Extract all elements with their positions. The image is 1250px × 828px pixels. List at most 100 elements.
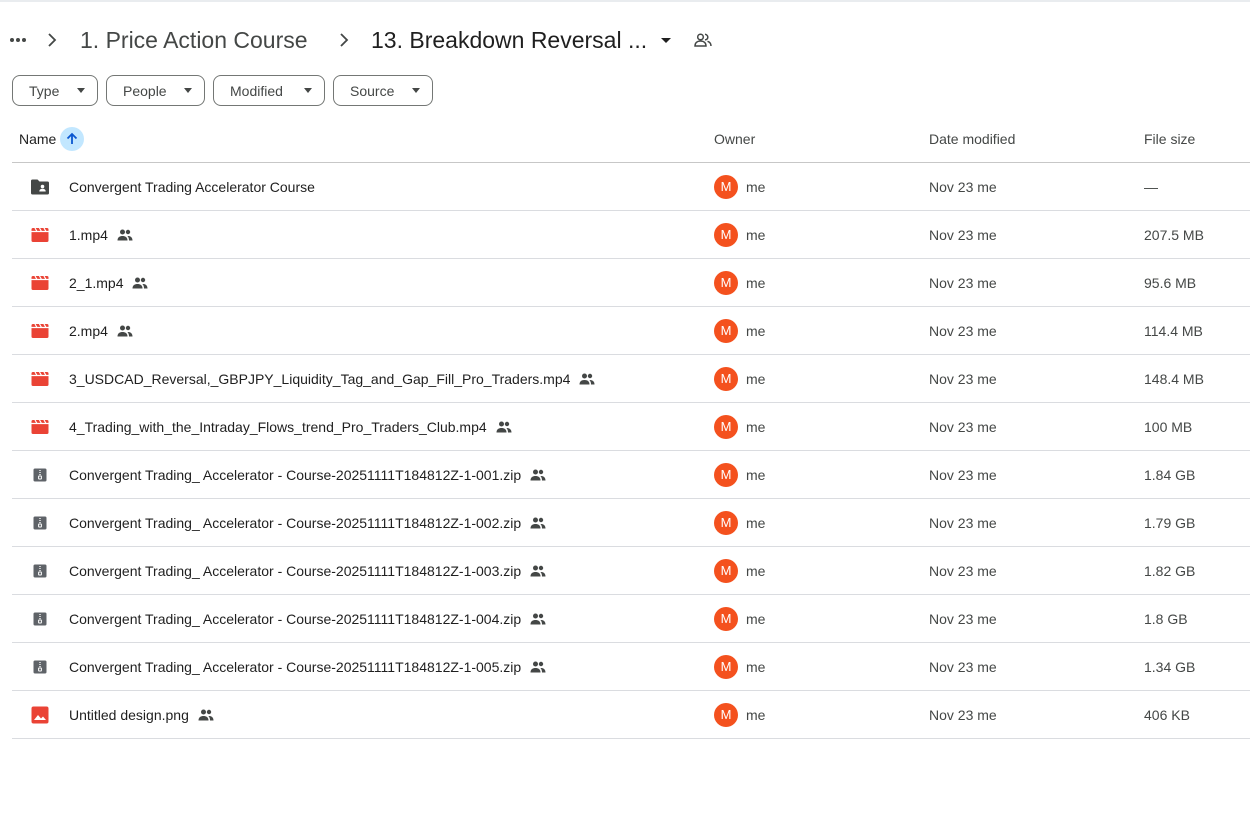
file-name-text: Convergent Trading_ Accelerator - Course…	[69, 515, 522, 531]
owner-text: me	[746, 659, 766, 675]
caret-down-icon	[77, 88, 85, 93]
table-row[interactable]: Convergent Trading_ Accelerator - Course…	[12, 451, 1250, 499]
file-list: Name Owner Date modified File size Conve…	[12, 115, 1250, 739]
shared-icon	[529, 659, 547, 675]
date-modified-text: Nov 23 me	[929, 227, 997, 243]
chevron-right-icon	[333, 29, 355, 51]
file-name: Convergent Trading_ Accelerator - Course…	[69, 563, 547, 579]
zip-icon	[30, 561, 50, 581]
table-row[interactable]: 1.mp4 M me Nov 23 me 207.5 MB	[12, 211, 1250, 259]
table-row[interactable]: Convergent Trading_ Accelerator - Course…	[12, 643, 1250, 691]
more-horiz-icon[interactable]	[6, 28, 30, 52]
file-size-text: 100 MB	[1144, 419, 1193, 435]
file-size-text: 1.82 GB	[1144, 563, 1196, 579]
chip-label: People	[123, 82, 167, 99]
file-size-text: 148.4 MB	[1144, 371, 1204, 387]
video-icon	[30, 321, 50, 341]
breadcrumb-parent[interactable]: 1. Price Action Course	[80, 24, 308, 56]
file-size-text: 114.4 MB	[1144, 323, 1203, 339]
owner-text: me	[746, 227, 766, 243]
table-row[interactable]: 3_USDCAD_Reversal,_GBPJPY_Liquidity_Tag_…	[12, 355, 1250, 403]
table-row[interactable]: Convergent Trading_ Accelerator - Course…	[12, 595, 1250, 643]
file-name-text: Convergent Trading_ Accelerator - Course…	[69, 611, 522, 627]
video-icon	[30, 417, 50, 437]
chip-label: Modified	[230, 82, 283, 99]
table-row[interactable]: 4_Trading_with_the_Intraday_Flows_trend_…	[12, 403, 1250, 451]
date-modified-text: Nov 23 me	[929, 179, 997, 195]
date-modified-text: Nov 23 me	[929, 419, 997, 435]
file-size-text: 406 KB	[1144, 707, 1190, 723]
table-row[interactable]: 2_1.mp4 M me Nov 23 me 95.6 MB	[12, 259, 1250, 307]
zip-icon	[30, 609, 50, 629]
file-size-column-header[interactable]: File size	[1144, 131, 1195, 147]
type-filter-chip[interactable]: Type	[12, 75, 98, 106]
avatar: M	[714, 271, 738, 295]
owner-text: me	[746, 515, 766, 531]
avatar: M	[714, 367, 738, 391]
table-row[interactable]: Convergent Trading Accelerator Course M …	[12, 163, 1250, 211]
owner-text: me	[746, 563, 766, 579]
avatar: M	[714, 463, 738, 487]
chip-label: Type	[29, 82, 60, 99]
caret-down-icon	[304, 88, 312, 93]
owner-text: me	[746, 179, 766, 195]
owner-text: me	[746, 419, 766, 435]
file-name: Convergent Trading_ Accelerator - Course…	[69, 611, 547, 627]
source-filter-chip[interactable]: Source	[333, 75, 433, 106]
date-modified-text: Nov 23 me	[929, 467, 997, 483]
zip-icon	[30, 513, 50, 533]
shared-icon	[529, 467, 547, 483]
file-name-text: 3_USDCAD_Reversal,_GBPJPY_Liquidity_Tag_…	[69, 371, 571, 387]
name-column-header[interactable]: Name	[19, 131, 56, 147]
modified-filter-chip[interactable]: Modified	[213, 75, 325, 106]
file-name: 1.mp4	[69, 227, 134, 243]
top-divider	[0, 0, 1250, 2]
file-name-text: Convergent Trading Accelerator Course	[69, 179, 315, 195]
file-name: Convergent Trading Accelerator Course	[69, 179, 315, 195]
breadcrumb: 1. Price Action Course 13. Breakdown Rev…	[0, 20, 1250, 60]
shared-icon	[116, 323, 134, 339]
dropdown-arrow-icon[interactable]	[656, 30, 676, 50]
date-modified-text: Nov 23 me	[929, 707, 997, 723]
owner-text: me	[746, 323, 766, 339]
chip-label: Source	[350, 82, 395, 99]
breadcrumb-current[interactable]: 13. Breakdown Reversal ...	[371, 24, 647, 56]
owner-text: me	[746, 611, 766, 627]
file-name: Convergent Trading_ Accelerator - Course…	[69, 659, 547, 675]
avatar: M	[714, 175, 738, 199]
shared-icon	[495, 419, 513, 435]
avatar: M	[714, 511, 738, 535]
file-name-text: 4_Trading_with_the_Intraday_Flows_trend_…	[69, 419, 487, 435]
image-icon	[30, 705, 50, 725]
file-size-text: 1.79 GB	[1144, 515, 1196, 531]
owner-text: me	[746, 371, 766, 387]
shared-icon	[131, 275, 149, 291]
sort-ascending-icon[interactable]	[60, 127, 84, 151]
video-icon	[30, 369, 50, 389]
people-filter-chip[interactable]: People	[106, 75, 205, 106]
file-name: Convergent Trading_ Accelerator - Course…	[69, 467, 547, 483]
table-row[interactable]: Convergent Trading_ Accelerator - Course…	[12, 499, 1250, 547]
avatar: M	[714, 703, 738, 727]
table-row[interactable]: Untitled design.png M me Nov 23 me 406 K…	[12, 691, 1250, 739]
owner-column-header[interactable]: Owner	[714, 131, 755, 147]
file-name: Untitled design.png	[69, 707, 215, 723]
avatar: M	[714, 607, 738, 631]
file-size-text: 1.84 GB	[1144, 467, 1196, 483]
avatar: M	[714, 319, 738, 343]
avatar: M	[714, 415, 738, 439]
file-size-text: 95.6 MB	[1144, 275, 1197, 291]
shared-people-icon[interactable]	[692, 29, 714, 51]
date-modified-column-header[interactable]: Date modified	[929, 131, 1015, 147]
chevron-right-icon	[41, 29, 63, 51]
table-row[interactable]: Convergent Trading_ Accelerator - Course…	[12, 547, 1250, 595]
shared-icon	[197, 707, 215, 723]
date-modified-text: Nov 23 me	[929, 515, 997, 531]
table-row[interactable]: 2.mp4 M me Nov 23 me 114.4 MB	[12, 307, 1250, 355]
caret-down-icon	[412, 88, 420, 93]
file-name-text: Convergent Trading_ Accelerator - Course…	[69, 659, 522, 675]
owner-text: me	[746, 275, 766, 291]
zip-icon	[30, 657, 50, 677]
zip-icon	[30, 465, 50, 485]
file-name-text: 2.mp4	[69, 323, 108, 339]
